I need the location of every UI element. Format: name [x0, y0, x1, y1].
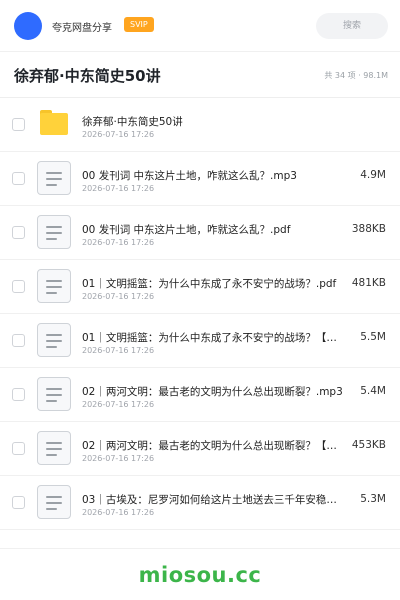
folder-title-bar: 徐弃郁·中东简史50讲 共 34 项 · 98.1M — [0, 52, 400, 98]
file-name: 01｜文明摇篮：为什么中东成了永不安宁的战场？.pdf — [82, 278, 337, 290]
list-item[interactable]: 01｜文明摇篮：为什么中东成了永不安宁的战场？.pdf 2026-07-16 1… — [0, 260, 400, 314]
list-item[interactable]: 02｜两河文明：最古老的文明为什么总出现断裂？【公开课】.pdf 2026-07… — [0, 422, 400, 476]
file-size: 388KB — [351, 223, 386, 235]
file-date: 2026-07-16 17:26 — [82, 454, 155, 463]
file-name: 00 发刊词 中东这片土地，咋就这么乱？.mp3 — [82, 170, 297, 182]
footer: miosou.cc — [0, 548, 400, 600]
file-name: 徐弃郁·中东简史50讲 — [82, 116, 183, 128]
file-date: 2026-07-16 17:26 — [82, 238, 155, 247]
site-watermark: miosou.cc — [138, 563, 262, 587]
file-date: 2026-07-16 17:26 — [82, 508, 155, 517]
list-item[interactable]: 徐弃郁·中东简史50讲 2026-07-16 17:26 — [0, 98, 400, 152]
file-icon — [37, 485, 71, 519]
sharer-name: 夸克网盘分享 — [52, 23, 112, 34]
list-item[interactable]: 01｜文明摇篮：为什么中东成了永不安宁的战场？【公开课】.mp3 2026-07… — [0, 314, 400, 368]
file-size: 4.9M — [360, 169, 386, 181]
select-checkbox[interactable] — [12, 280, 25, 293]
item-summary: 共 34 项 · 98.1M — [324, 71, 388, 80]
file-icon — [37, 161, 71, 195]
list-item[interactable]: 03｜古埃及：尼罗河如何给这片土地送去三千年安稳？.mp3 2026-07-16… — [0, 476, 400, 530]
file-name: 01｜文明摇篮：为什么中东成了永不安宁的战场？【公开课】.mp3 — [82, 332, 344, 344]
file-date: 2026-07-16 17:26 — [82, 400, 155, 409]
select-checkbox[interactable] — [12, 118, 25, 131]
page-title: 徐弃郁·中东简史50讲 — [14, 67, 161, 85]
select-checkbox[interactable] — [12, 172, 25, 185]
file-icon — [37, 431, 71, 465]
select-checkbox[interactable] — [12, 226, 25, 239]
file-size: 5.3M — [360, 493, 386, 505]
app-header: 夸克网盘分享 SVIP 搜索 — [0, 0, 400, 52]
file-icon — [37, 377, 71, 411]
file-size: 481KB — [351, 277, 386, 289]
file-size: 453KB — [351, 439, 386, 451]
file-date: 2026-07-16 17:26 — [82, 346, 155, 355]
select-checkbox[interactable] — [12, 334, 25, 347]
file-date: 2026-07-16 17:26 — [82, 292, 155, 301]
list-item[interactable]: 02｜两河文明：最古老的文明为什么总出现断裂？.mp3 2026-07-16 1… — [0, 368, 400, 422]
file-icon — [37, 269, 71, 303]
svip-badge: SVIP — [124, 17, 154, 32]
file-name: 02｜两河文明：最古老的文明为什么总出现断裂？【公开课】.pdf — [82, 440, 344, 452]
file-name: 00 发刊词 中东这片土地，咋就这么乱？.pdf — [82, 224, 291, 236]
list-item[interactable]: 00 发刊词 中东这片土地，咋就这么乱？.pdf 2026-07-16 17:2… — [0, 206, 400, 260]
folder-icon — [40, 110, 68, 135]
select-checkbox[interactable] — [12, 442, 25, 455]
file-name: 03｜古埃及：尼罗河如何给这片土地送去三千年安稳？.mp3 — [82, 494, 344, 506]
file-list: 徐弃郁·中东简史50讲 2026-07-16 17:26 00 发刊词 中东这片… — [0, 98, 400, 530]
file-date: 2026-07-16 17:26 — [82, 184, 155, 193]
file-name: 02｜两河文明：最古老的文明为什么总出现断裂？.mp3 — [82, 386, 343, 398]
avatar[interactable] — [14, 12, 42, 40]
file-size: 5.5M — [360, 331, 386, 343]
search-input[interactable]: 搜索 — [316, 13, 388, 39]
file-size: 5.4M — [360, 385, 386, 397]
file-icon — [37, 215, 71, 249]
select-checkbox[interactable] — [12, 496, 25, 509]
file-date: 2026-07-16 17:26 — [82, 130, 155, 139]
file-icon — [37, 323, 71, 357]
select-checkbox[interactable] — [12, 388, 25, 401]
list-item[interactable]: 00 发刊词 中东这片土地，咋就这么乱？.mp3 2026-07-16 17:2… — [0, 152, 400, 206]
